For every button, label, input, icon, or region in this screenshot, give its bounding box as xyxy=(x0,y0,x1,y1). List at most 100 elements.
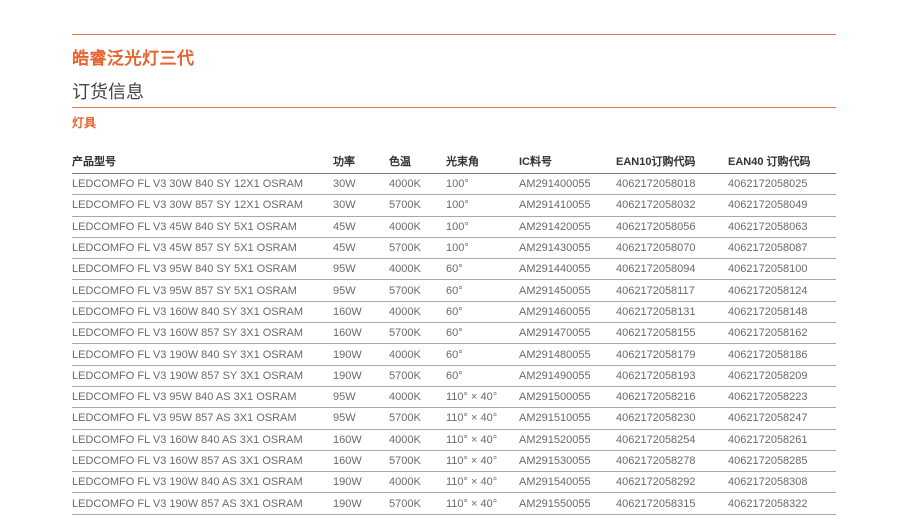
cell-model: LEDCOMFO FL V3 30W 840 SY 12X1 OSRAM xyxy=(72,173,333,196)
cell-beam-angle: 110° × 40° xyxy=(446,492,519,515)
cell-beam-angle: 110° × 40° xyxy=(446,450,519,473)
cell-ean10: 4062172058094 xyxy=(616,258,728,281)
cell-ean40: 4062172058148 xyxy=(728,301,836,324)
cell-power: 95W xyxy=(333,279,389,302)
cell-beam-angle: 100° xyxy=(446,237,519,260)
table-row: LEDCOMFO FL V3 190W 857 SY 3X1 OSRAM 190W… xyxy=(72,365,836,387)
table-row: LEDCOMFO FL V3 95W 857 SY 5X1 OSRAM 95W 57… xyxy=(72,279,836,302)
cell-color-temp: 5700K xyxy=(389,407,446,430)
cell-ic-code: AM291420055 xyxy=(519,216,616,238)
cell-color-temp: 5700K xyxy=(389,237,446,260)
cell-power: 190W xyxy=(333,492,389,515)
cell-color-temp: 4000K xyxy=(389,429,446,451)
cell-model: LEDCOMFO FL V3 95W 857 SY 5X1 OSRAM xyxy=(72,279,333,302)
top-rule xyxy=(72,34,836,35)
cell-color-temp: 4000K xyxy=(389,173,446,196)
cell-ic-code: AM291530055 xyxy=(519,450,616,473)
cell-color-temp: 4000K xyxy=(389,258,446,281)
cell-ic-code: AM291400055 xyxy=(519,173,616,196)
cell-beam-angle: 100° xyxy=(446,216,519,238)
table-row: LEDCOMFO FL V3 190W 857 AS 3X1 OSRAM 190W… xyxy=(72,492,836,515)
cell-power: 160W xyxy=(333,322,389,345)
cell-ic-code: AM291440055 xyxy=(519,258,616,281)
column-header-ic-code: IC料号 xyxy=(519,148,616,174)
cell-beam-angle: 60° xyxy=(446,301,519,324)
cell-color-temp: 4000K xyxy=(389,471,446,494)
column-header-ean10: EAN10订购代码 xyxy=(616,148,728,174)
cell-model: LEDCOMFO FL V3 95W 840 SY 5X1 OSRAM xyxy=(72,258,333,281)
cell-model: LEDCOMFO FL V3 160W 857 AS 3X1 OSRAM xyxy=(72,450,333,473)
cell-power: 160W xyxy=(333,429,389,451)
cell-color-temp: 4000K xyxy=(389,343,446,366)
cell-beam-angle: 60° xyxy=(446,365,519,387)
table-row: LEDCOMFO FL V3 190W 840 AS 3X1 OSRAM 190W… xyxy=(72,471,836,494)
cell-model: LEDCOMFO FL V3 190W 840 AS 3X1 OSRAM xyxy=(72,471,333,494)
cell-color-temp: 5700K xyxy=(389,365,446,387)
cell-ean40: 4062172058162 xyxy=(728,322,836,345)
brand-title: 皓睿泛光灯三代 xyxy=(72,49,195,68)
cell-ic-code: AM291450055 xyxy=(519,279,616,302)
cell-ic-code: AM291470055 xyxy=(519,322,616,345)
cell-ean10: 4062172058070 xyxy=(616,237,728,260)
cell-power: 45W xyxy=(333,216,389,238)
cell-model: LEDCOMFO FL V3 160W 840 SY 3X1 OSRAM xyxy=(72,301,333,324)
section-title: 订货信息 xyxy=(72,82,144,102)
cell-ean40: 4062172058223 xyxy=(728,386,836,409)
order-table: 产品型号 功率 色温 光束角 IC料号 EAN10订购代码 EAN40 订购代码… xyxy=(72,148,836,515)
cell-ean10: 4062172058131 xyxy=(616,301,728,324)
column-header-power: 功率 xyxy=(333,148,389,174)
table-row: LEDCOMFO FL V3 30W 857 SY 12X1 OSRAM 30W 5… xyxy=(72,194,836,217)
cell-ean10: 4062172058216 xyxy=(616,386,728,409)
document-page: 皓睿泛光灯三代 订货信息 灯具 产品型号 功率 色温 光束角 IC料号 EAN1… xyxy=(72,0,836,525)
cell-color-temp: 5700K xyxy=(389,322,446,345)
table-row: LEDCOMFO FL V3 45W 857 SY 5X1 OSRAM 45W 57… xyxy=(72,237,836,260)
cell-ean40: 4062172058087 xyxy=(728,237,836,260)
cell-beam-angle: 60° xyxy=(446,343,519,366)
table-row: LEDCOMFO FL V3 95W 840 SY 5X1 OSRAM 95W 40… xyxy=(72,258,836,281)
cell-ean40: 4062172058025 xyxy=(728,173,836,196)
section-rule xyxy=(72,107,836,108)
cell-ean40: 4062172058322 xyxy=(728,492,836,515)
column-header-model: 产品型号 xyxy=(72,148,333,174)
cell-ean40: 4062172058209 xyxy=(728,365,836,387)
cell-power: 160W xyxy=(333,450,389,473)
cell-beam-angle: 110° × 40° xyxy=(446,407,519,430)
cell-ic-code: AM291490055 xyxy=(519,365,616,387)
cell-beam-angle: 110° × 40° xyxy=(446,386,519,409)
table-row: LEDCOMFO FL V3 95W 857 AS 3X1 OSRAM 95W 57… xyxy=(72,407,836,430)
cell-ic-code: AM291550055 xyxy=(519,492,616,515)
cell-ic-code: AM291460055 xyxy=(519,301,616,324)
table-body: LEDCOMFO FL V3 30W 840 SY 12X1 OSRAM 30W 4… xyxy=(72,173,836,515)
cell-power: 45W xyxy=(333,237,389,260)
cell-ean40: 4062172058063 xyxy=(728,216,836,238)
cell-ic-code: AM291520055 xyxy=(519,429,616,451)
cell-ean40: 4062172058247 xyxy=(728,407,836,430)
cell-ean40: 4062172058124 xyxy=(728,279,836,302)
cell-beam-angle: 60° xyxy=(446,322,519,345)
cell-ean10: 4062172058254 xyxy=(616,429,728,451)
table-row: LEDCOMFO FL V3 160W 857 AS 3X1 OSRAM 160W… xyxy=(72,450,836,473)
cell-color-temp: 5700K xyxy=(389,450,446,473)
cell-ean10: 4062172058315 xyxy=(616,492,728,515)
cell-ean10: 4062172058193 xyxy=(616,365,728,387)
cell-model: LEDCOMFO FL V3 160W 857 SY 3X1 OSRAM xyxy=(72,322,333,345)
cell-model: LEDCOMFO FL V3 190W 857 SY 3X1 OSRAM xyxy=(72,365,333,387)
cell-color-temp: 5700K xyxy=(389,279,446,302)
cell-power: 190W xyxy=(333,471,389,494)
cell-ean10: 4062172058155 xyxy=(616,322,728,345)
table-row: LEDCOMFO FL V3 160W 857 SY 3X1 OSRAM 160W… xyxy=(72,322,836,345)
cell-model: LEDCOMFO FL V3 30W 857 SY 12X1 OSRAM xyxy=(72,194,333,217)
column-header-beam-angle: 光束角 xyxy=(446,148,519,174)
cell-beam-angle: 110° × 40° xyxy=(446,429,519,451)
cell-model: LEDCOMFO FL V3 95W 840 AS 3X1 OSRAM xyxy=(72,386,333,409)
cell-ean10: 4062172058117 xyxy=(616,279,728,302)
cell-power: 30W xyxy=(333,173,389,196)
cell-power: 190W xyxy=(333,343,389,366)
cell-power: 160W xyxy=(333,301,389,324)
cell-beam-angle: 100° xyxy=(446,194,519,217)
cell-color-temp: 4000K xyxy=(389,216,446,238)
cell-ean10: 4062172058018 xyxy=(616,173,728,196)
table-row: LEDCOMFO FL V3 160W 840 AS 3X1 OSRAM 160W… xyxy=(72,429,836,451)
cell-beam-angle: 100° xyxy=(446,173,519,196)
cell-ean10: 4062172058292 xyxy=(616,471,728,494)
